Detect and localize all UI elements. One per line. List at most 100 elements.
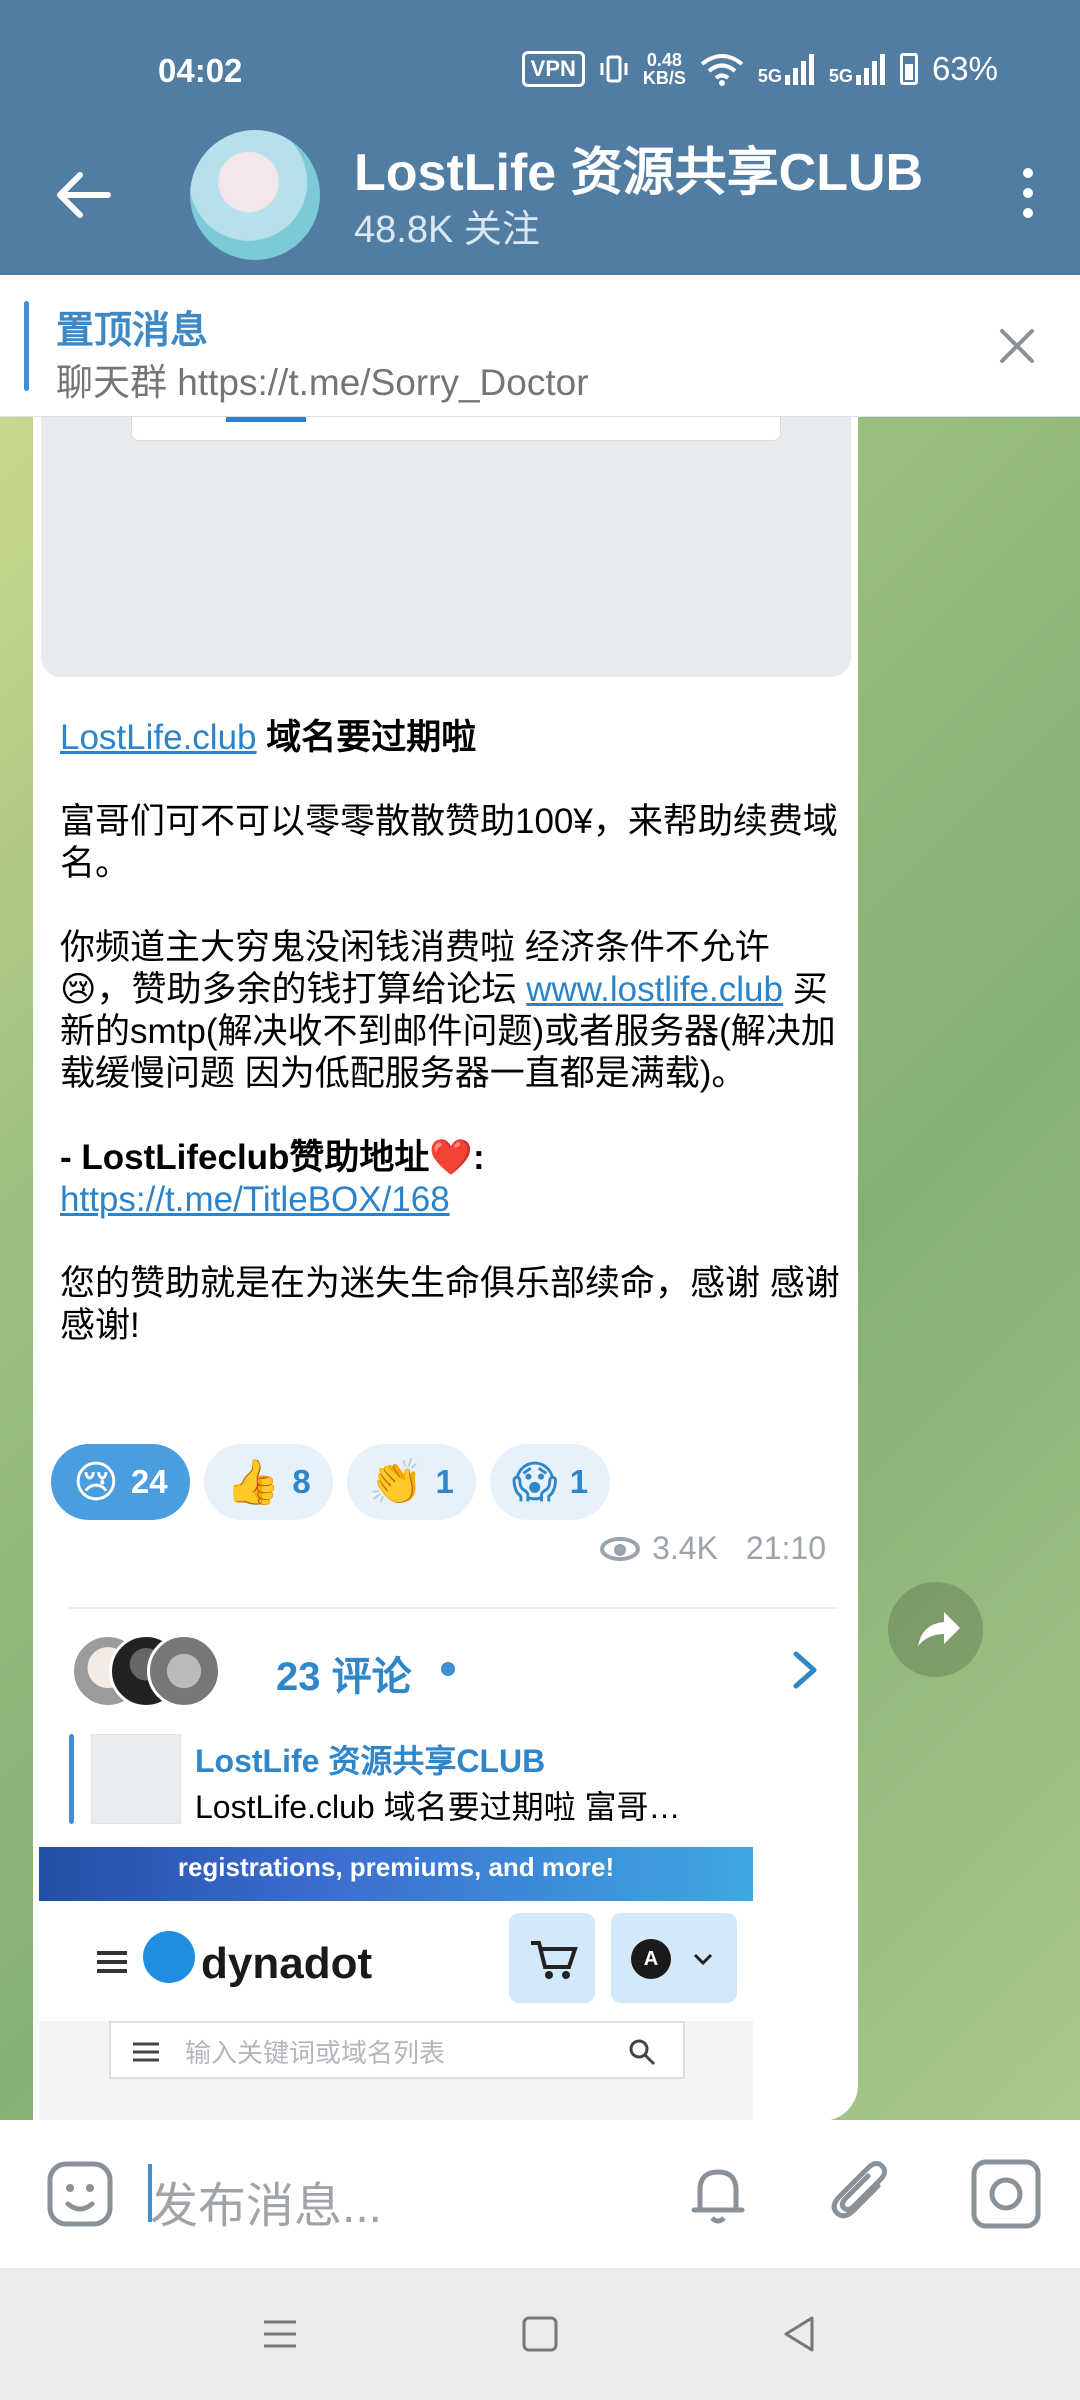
- account-avatar: A: [631, 1939, 671, 1979]
- view-count: 3.4K: [652, 1530, 718, 1566]
- reaction-clap[interactable]: 👏 1: [346, 1444, 476, 1520]
- chat-header: LostLife 资源共享CLUB 48.8K 关注: [0, 120, 1080, 275]
- signal-2: 5G: [829, 53, 886, 85]
- reaction-emoji: 😢: [73, 1457, 119, 1507]
- signal-1-label: 5G: [757, 66, 782, 86]
- site-search-placeholder: 输入关键词或域名列表: [185, 2038, 446, 2068]
- link-preview-image[interactable]: [41, 417, 851, 677]
- quote-bar: [69, 1734, 74, 1824]
- message-para-2: 你频道主大穷鬼没闲钱消费啦 经济条件不允许😢，赞助多余的钱打算给论坛 www.l…: [60, 927, 840, 1095]
- share-arrow-icon: [918, 1612, 960, 1646]
- net-speed: 0.48 KB/S: [643, 51, 686, 87]
- pinned-message[interactable]: 置顶消息 聊天群 https://t.me/Sorry_Doctor: [0, 275, 1080, 417]
- reaction-emoji: 👍: [225, 1458, 281, 1507]
- message-para-4: 您的赞助就是在为迷失生命俱乐部续命，感谢 感谢 感谢!: [60, 1264, 840, 1345]
- reaction-count: 1: [435, 1463, 454, 1500]
- home-icon[interactable]: [518, 2312, 562, 2356]
- channel-title[interactable]: LostLife 资源共享CLUB: [354, 130, 923, 205]
- site-nav: dynadot A: [39, 1901, 753, 2021]
- message-time: 21:10: [745, 1530, 826, 1566]
- reaction-count: 24: [130, 1463, 168, 1500]
- cart-icon: [509, 1913, 595, 2003]
- status-bar: 04:02 VPN 0.48 KB/S 5G 5G 63%: [0, 0, 1080, 140]
- vibrate-icon: [600, 55, 628, 83]
- preview-button: [226, 417, 306, 422]
- bell-icon[interactable]: [680, 2156, 756, 2232]
- back-arrow-icon[interactable]: [48, 160, 118, 230]
- avatar: [147, 1634, 221, 1708]
- net-speed-value: 0.48: [646, 50, 682, 70]
- heading-link[interactable]: LostLife.club: [60, 718, 257, 757]
- commenter-avatars: [71, 1634, 221, 1714]
- filter-icon: [133, 2042, 159, 2062]
- message-input[interactable]: 发布消息...: [150, 2166, 382, 2236]
- site-search: 输入关键词或域名列表: [109, 2021, 685, 2079]
- signal-icon: [784, 54, 814, 85]
- menu-icon: [97, 1951, 127, 1973]
- heading-text: 域名要过期啦: [256, 718, 477, 757]
- message-meta: 3.4K 21:10: [600, 1530, 826, 1567]
- message-input-bar: 发布消息...: [0, 2120, 1080, 2268]
- dynadot-logo-icon: [143, 1931, 195, 1983]
- status-icons: VPN 0.48 KB/S 5G 5G 63%: [521, 50, 998, 88]
- sticker-icon[interactable]: [42, 2156, 118, 2232]
- forum-link[interactable]: www.lostlife.club: [526, 970, 783, 1009]
- site-name: dynadot: [201, 1939, 373, 1988]
- sponsor-link[interactable]: https://t.me/TitleBOX/168: [60, 1180, 450, 1219]
- eye-icon: [600, 1536, 641, 1561]
- site-banner: registrations, premiums, and more!: [39, 1847, 753, 1901]
- close-icon[interactable]: [994, 323, 1040, 369]
- signal-2-label: 5G: [828, 66, 853, 86]
- camera-icon[interactable]: [968, 2156, 1044, 2232]
- message-bubble-2[interactable]: LostLife 资源共享CLUB LostLife.club 域名要过期啦 富…: [33, 1712, 761, 2120]
- reaction-count: 8: [292, 1463, 311, 1500]
- reply-quote[interactable]: LostLife 资源共享CLUB LostLife.club 域名要过期啦 富…: [69, 1734, 729, 1825]
- reaction-emoji: 😱: [511, 1457, 558, 1507]
- reaction-count: 1: [569, 1463, 589, 1500]
- pinned-title: 置顶消息: [56, 310, 209, 352]
- chevron-right-icon: [793, 1651, 817, 1689]
- message-heading: LostLife.club 域名要过期啦: [60, 717, 840, 759]
- reactions-row: 😢 24 👍 8 👏 1 😱 1: [51, 1444, 611, 1520]
- channel-avatar[interactable]: [190, 130, 320, 260]
- signal-icon: [855, 54, 885, 85]
- attach-icon[interactable]: [824, 2156, 900, 2232]
- screenshot-image[interactable]: registrations, premiums, and more! dynad…: [39, 1847, 753, 2120]
- account-button: A: [611, 1913, 737, 2003]
- chat-area[interactable]: LostLife.club 域名要过期啦 富哥们可不可以零零散散赞助100¥，来…: [0, 417, 1080, 2120]
- signal-1: 5G: [758, 53, 815, 85]
- share-button[interactable]: [888, 1582, 983, 1677]
- back-icon[interactable]: [776, 2312, 820, 2356]
- wifi-icon: [700, 54, 744, 86]
- top-bar: 04:02 VPN 0.48 KB/S 5G 5G 63% LostLife 资源…: [0, 0, 1080, 275]
- battery-icon: [899, 53, 918, 85]
- site-search-row: 输入关键词或域名列表: [39, 2021, 753, 2120]
- message-sponsor: - LostLifeclub赞助地址❤️: https://t.me/TitleB…: [60, 1137, 840, 1221]
- reaction-emoji: 👏: [368, 1458, 424, 1507]
- system-nav-bar: [0, 2268, 1080, 2400]
- net-speed-unit: KB/S: [642, 68, 686, 88]
- sponsor-label: - LostLifeclub赞助地址❤️:: [60, 1138, 485, 1177]
- reaction-thumbs-up[interactable]: 👍 8: [203, 1444, 333, 1520]
- pinned-text: 聊天群 https://t.me/Sorry_Doctor: [56, 362, 589, 403]
- more-menu-icon[interactable]: [1008, 162, 1048, 232]
- channel-subscribers: 48.8K 关注: [354, 209, 540, 251]
- vpn-icon: VPN: [521, 51, 585, 87]
- message-text: LostLife.club 域名要过期啦 富哥们可不可以零零散散赞助100¥，来…: [60, 717, 840, 1389]
- chevron-down-icon: [693, 1953, 713, 1966]
- battery-level: 63%: [931, 50, 998, 87]
- status-time: 04:02: [158, 52, 243, 89]
- reaction-crying[interactable]: 😢 24: [51, 1444, 190, 1520]
- comments-label: 23 评论: [276, 1655, 412, 1699]
- search-icon: [629, 2039, 656, 2066]
- preview-card: [131, 417, 781, 441]
- quote-snippet: LostLife.club 域名要过期啦 富哥…: [195, 1789, 681, 1825]
- reaction-scream[interactable]: 😱 1: [489, 1444, 611, 1520]
- unread-dot: [441, 1662, 455, 1676]
- quote-thumbnail: [91, 1734, 181, 1824]
- quote-title: LostLife 资源共享CLUB: [195, 1743, 546, 1779]
- message-para-1: 富哥们可不可以零零散散赞助100¥，来帮助续费域名。: [60, 802, 838, 883]
- divider: [68, 1607, 838, 1609]
- cart-glyph: [531, 1941, 578, 1979]
- recents-icon[interactable]: [258, 2312, 302, 2356]
